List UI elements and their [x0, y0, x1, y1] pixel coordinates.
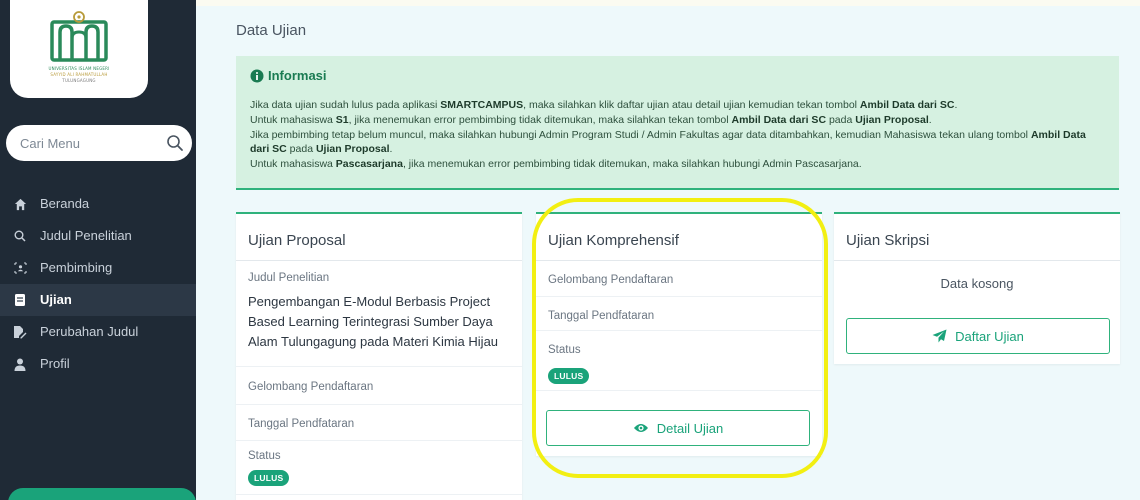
sidebar-item-perubahan-judul[interactable]: Perubahan Judul [0, 316, 196, 348]
edit-file-icon [12, 324, 28, 340]
tanggal-pendaftaran-label: Tanggal Pendfataran [248, 418, 355, 430]
detail-ujian-label: Detail Ujian [656, 420, 724, 436]
status-badge: LULUS [548, 368, 590, 384]
card-title: Ujian Proposal [248, 232, 346, 249]
clipboard-icon [12, 292, 28, 308]
daftar-ujian-label: Daftar Ujian [955, 328, 1024, 344]
sidebar-menu: Beranda Judul Penelitian Pembimbing Ujia… [0, 188, 196, 380]
menu-search-input[interactable] [20, 133, 150, 153]
sidebar-item-profil[interactable]: Profil [0, 348, 196, 380]
top-bar [196, 0, 1140, 6]
detail-ujian-button[interactable]: Detail Ujian [546, 410, 810, 446]
university-logo[interactable]: UNIVERSITAS ISLAM NEGERI SAYYID ALI RAHM… [10, 0, 148, 98]
user-icon [12, 356, 28, 372]
card-divider [536, 260, 822, 261]
sidebar: UNIVERSITAS ISLAM NEGERI SAYYID ALI RAHM… [0, 0, 196, 500]
page-title: Data Ujian [236, 22, 307, 39]
logo-text-line3: TULUNGAGUNG [62, 78, 96, 83]
card-divider [236, 260, 522, 261]
status-label: Status [248, 450, 281, 462]
row-divider [236, 366, 522, 367]
card-divider [834, 260, 1120, 261]
tanggal-pendaftaran-label: Tanggal Pendfataran [548, 310, 655, 322]
sidebar-item-label: Beranda [40, 196, 90, 211]
info-heading-text: Informasi [268, 68, 327, 83]
logo-text-line2: SAYYID ALI RAHMATULLAH [50, 72, 108, 77]
card-title: Ujian Komprehensif [548, 232, 679, 249]
empty-state-text: Data kosong [940, 276, 1014, 291]
row-divider [236, 440, 522, 441]
status-label: Status [548, 344, 581, 356]
home-icon [12, 196, 28, 212]
card-ujian-skripsi: Ujian Skripsi Data kosong Daftar Ujian [834, 212, 1120, 364]
info-line-3: Jika pembimbing tetap belum muncul, maka… [250, 128, 1086, 156]
card-title: Ujian Skripsi [846, 232, 930, 249]
info-line-2: Untuk mahasiswa S1, jika menemukan error… [250, 113, 932, 126]
eye-icon [633, 424, 648, 432]
sidebar-item-ujian[interactable]: Ujian [0, 284, 196, 316]
sidebar-action-button[interactable] [8, 488, 196, 500]
card-ujian-komprehensif: Ujian Komprehensif Gelombang Pendaftaran… [536, 212, 822, 456]
sidebar-item-label: Pembimbing [40, 260, 113, 275]
row-divider [236, 494, 522, 495]
daftar-ujian-button[interactable]: Daftar Ujian [846, 318, 1110, 354]
info-text: Jika data ujian sudah lulus pada aplikas… [250, 98, 1107, 172]
gelombang-pendaftaran-label: Gelombang Pendaftaran [548, 274, 674, 286]
row-divider [536, 330, 822, 331]
sidebar-item-beranda[interactable]: Beranda [0, 188, 196, 220]
row-divider [236, 404, 522, 405]
info-line-1: Jika data ujian sudah lulus pada aplikas… [250, 99, 958, 111]
menu-search [6, 125, 192, 161]
gelombang-pendaftaran-label: Gelombang Pendaftaran [248, 381, 374, 393]
row-divider [536, 296, 822, 297]
info-alert: Informasi Jika data ujian sudah lulus pa… [236, 56, 1119, 190]
search-icon [12, 228, 28, 244]
judul-penelitian-value: Pengembangan E-Modul Berbasis Project Ba… [248, 294, 499, 349]
sidebar-item-label: Ujian [40, 292, 72, 307]
info-heading: Informasi [250, 68, 327, 83]
logo-emblem-icon [50, 11, 108, 62]
sidebar-item-label: Judul Penelitian [40, 228, 132, 243]
sidebar-item-judul-penelitian[interactable]: Judul Penelitian [0, 220, 196, 252]
paper-plane-icon [932, 329, 947, 343]
card-ujian-proposal: Ujian Proposal Judul Penelitian Pengemba… [236, 212, 522, 500]
sidebar-item-pembimbing[interactable]: Pembimbing [0, 252, 196, 284]
info-circle-icon [250, 69, 264, 82]
info-line-4: Untuk mahasiswa Pascasarjana, jika menem… [250, 158, 862, 171]
sidebar-item-label: Profil [40, 356, 70, 371]
status-badge: LULUS [248, 470, 290, 486]
row-divider [536, 390, 822, 391]
sidebar-item-label: Perubahan Judul [40, 324, 139, 339]
logo-text-line1: UNIVERSITAS ISLAM NEGERI [48, 66, 110, 71]
users-icon [12, 260, 28, 276]
search-icon[interactable] [166, 134, 184, 152]
judul-penelitian-label: Judul Penelitian [248, 272, 330, 284]
